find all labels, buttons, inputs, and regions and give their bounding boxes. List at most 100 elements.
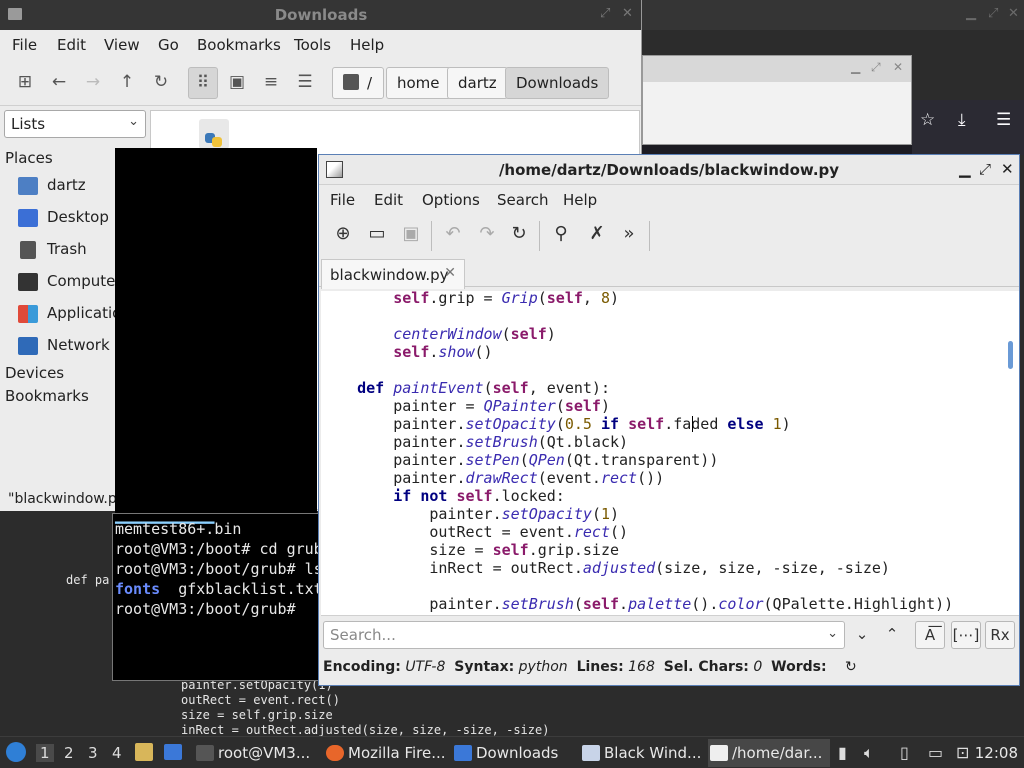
new-file-icon[interactable]: ⊕ xyxy=(331,223,355,247)
lines-value: 168 xyxy=(628,659,655,675)
undo-icon[interactable]: ↶ xyxy=(441,223,465,247)
menu-options[interactable]: Options xyxy=(422,191,480,209)
menu-file[interactable]: File xyxy=(12,36,37,54)
menu-help[interactable]: Help xyxy=(563,191,597,209)
editor-titlebar[interactable]: /home/dartz/Downloads/blackwindow.py ▁ ⤢… xyxy=(319,155,1019,185)
more-tools-icon[interactable]: » xyxy=(617,223,641,247)
regex-button[interactable]: Rx xyxy=(985,621,1015,649)
thumbnail-view-icon[interactable]: ▣ xyxy=(226,72,248,94)
workspace-2[interactable]: 2 xyxy=(64,744,74,762)
editor-statusbar: Encoding: UTF-8 Syntax: python Lines: 16… xyxy=(323,659,857,681)
save-icon[interactable]: ▣ xyxy=(399,223,423,247)
match-case-button[interactable]: A͞ xyxy=(915,621,945,649)
whole-word-button[interactable]: [⋯] xyxy=(951,621,981,649)
maximize-icon[interactable]: ⤢ xyxy=(600,6,610,21)
code-editor[interactable]: self.grip = Grip(self, 8) centerWindow(s… xyxy=(321,291,1019,616)
close-icon[interactable]: ✕ xyxy=(893,60,903,74)
search-input[interactable]: Search... ⌄ xyxy=(323,621,845,649)
compact-view-icon[interactable]: ≡ xyxy=(260,72,282,94)
task-black-window[interactable]: Black Wind... xyxy=(580,739,702,767)
file-manager-launcher-icon[interactable] xyxy=(135,743,153,761)
close-icon[interactable]: ✕ xyxy=(1001,160,1014,178)
icon-view-icon[interactable]: ⠿ xyxy=(188,67,218,99)
trash-icon xyxy=(20,241,36,259)
task-firefox[interactable]: Mozilla Fire... xyxy=(324,739,446,767)
firefox-dialog: ▁ ⤢ ✕ xyxy=(642,55,912,145)
menu-edit[interactable]: Edit xyxy=(57,36,86,54)
path-dartz-button[interactable]: dartz xyxy=(447,67,508,99)
find-icon[interactable]: ⚲ xyxy=(549,223,573,247)
menu-view[interactable]: View xyxy=(104,36,140,54)
desktop-icon xyxy=(18,209,38,227)
minimize-icon[interactable]: ▁ xyxy=(851,60,860,74)
task-terminal[interactable]: root@VM3... xyxy=(194,739,316,767)
menu-bookmarks[interactable]: Bookmarks xyxy=(197,36,281,54)
workspace-1[interactable]: 1 xyxy=(36,744,54,762)
detailed-list-icon[interactable]: ☰ xyxy=(294,72,316,94)
workspace-3[interactable]: 3 xyxy=(88,744,98,762)
black-window[interactable] xyxy=(115,148,317,513)
menu-edit[interactable]: Edit xyxy=(374,191,403,209)
reload-icon[interactable]: ↻ xyxy=(507,223,531,247)
refresh-word-count-icon[interactable]: ↻ xyxy=(845,659,857,675)
new-tab-icon[interactable]: ⊞ xyxy=(14,72,36,94)
python-file-icon[interactable] xyxy=(199,119,229,149)
open-folder-icon[interactable]: ▭ xyxy=(365,223,389,247)
minimize-icon[interactable]: ▁ xyxy=(966,6,976,21)
home-folder-icon xyxy=(18,177,38,195)
menu-help[interactable]: Help xyxy=(350,36,384,54)
path-home-button[interactable]: home xyxy=(386,67,451,99)
start-menu-icon[interactable] xyxy=(6,742,26,762)
sel-chars-label: Sel. Chars: xyxy=(663,659,749,675)
menubar: File Edit View Go Bookmarks Tools Help xyxy=(0,30,641,58)
bookmark-star-icon[interactable]: ☆ xyxy=(920,110,935,130)
path-downloads-button[interactable]: Downloads xyxy=(505,67,610,99)
close-icon[interactable]: ✕ xyxy=(1008,6,1019,21)
status-bar: "blackwindow.py" xyxy=(8,491,118,507)
clipboard-icon[interactable]: ▯ xyxy=(900,743,909,762)
terminal-line: root@VM3:/boot# cd grub xyxy=(115,540,320,558)
minimize-icon[interactable]: ▁ xyxy=(959,160,971,178)
background-code-line: outRect = event.rect() xyxy=(181,693,340,707)
redo-icon[interactable]: ↷ xyxy=(475,223,499,247)
task-downloads[interactable]: Downloads xyxy=(452,739,574,767)
menu-go[interactable]: Go xyxy=(158,36,179,54)
find-replace-icon[interactable]: ✗ xyxy=(585,223,609,247)
desktop-launcher-icon[interactable] xyxy=(164,744,182,760)
task-editor[interactable]: /home/dar... xyxy=(708,739,830,767)
trash-tray-icon[interactable]: ▮ xyxy=(838,743,847,762)
tab-blackwindow-py[interactable]: blackwindow.py ✕ xyxy=(321,259,465,289)
chevron-down-icon[interactable]: ⌄ xyxy=(827,626,838,641)
find-previous-button[interactable]: ⌃ xyxy=(877,621,907,649)
maximize-icon[interactable]: ⤢ xyxy=(871,60,881,75)
editor-window: /home/dartz/Downloads/blackwindow.py ▁ ⤢… xyxy=(318,154,1020,686)
maximize-icon[interactable]: ⤢ xyxy=(979,160,991,178)
side-pane-mode-select[interactable]: Lists ⌄ xyxy=(4,110,146,138)
menu-file[interactable]: File xyxy=(330,191,355,209)
display-icon[interactable]: ▭ xyxy=(928,743,943,762)
network-tray-icon[interactable]: ⊡ xyxy=(956,743,969,762)
window-title: Downloads xyxy=(274,6,368,24)
back-arrow-icon[interactable]: ← xyxy=(48,72,70,94)
find-next-button[interactable]: ⌄ xyxy=(847,621,877,649)
hamburger-menu-icon[interactable]: ☰ xyxy=(996,110,1011,130)
up-arrow-icon[interactable]: ↑ xyxy=(116,72,138,94)
close-icon[interactable]: ✕ xyxy=(622,6,633,21)
path-label: Downloads xyxy=(516,74,599,92)
syntax-label: Syntax: xyxy=(454,659,515,675)
forward-arrow-icon[interactable]: → xyxy=(82,72,104,94)
terminal-window[interactable]: ▁▁▁▁▁▁▁▁▁▁▁ memtest86+.bin root@VM3:/boo… xyxy=(112,513,320,681)
maximize-icon[interactable]: ⤢ xyxy=(988,6,998,21)
toolbar-separator xyxy=(431,221,432,251)
editor-toolbar: ⊕ ▭ ▣ ↶ ↷ ↻ ⚲ ✗ » xyxy=(319,213,1019,257)
scrollbar-thumb[interactable] xyxy=(1008,341,1013,369)
close-tab-icon[interactable]: ✕ xyxy=(444,265,456,281)
reload-icon[interactable]: ↻ xyxy=(150,72,172,94)
volume-icon[interactable]: 🔈︎ xyxy=(864,743,874,763)
download-icon[interactable]: ⤓ xyxy=(958,110,966,130)
menu-search[interactable]: Search xyxy=(497,191,549,209)
workspace-4[interactable]: 4 xyxy=(112,744,122,762)
menu-tools[interactable]: Tools xyxy=(294,36,331,54)
path-root-button[interactable]: / xyxy=(332,67,384,99)
file-manager-titlebar[interactable]: Downloads ⤢ ✕ xyxy=(0,0,641,30)
